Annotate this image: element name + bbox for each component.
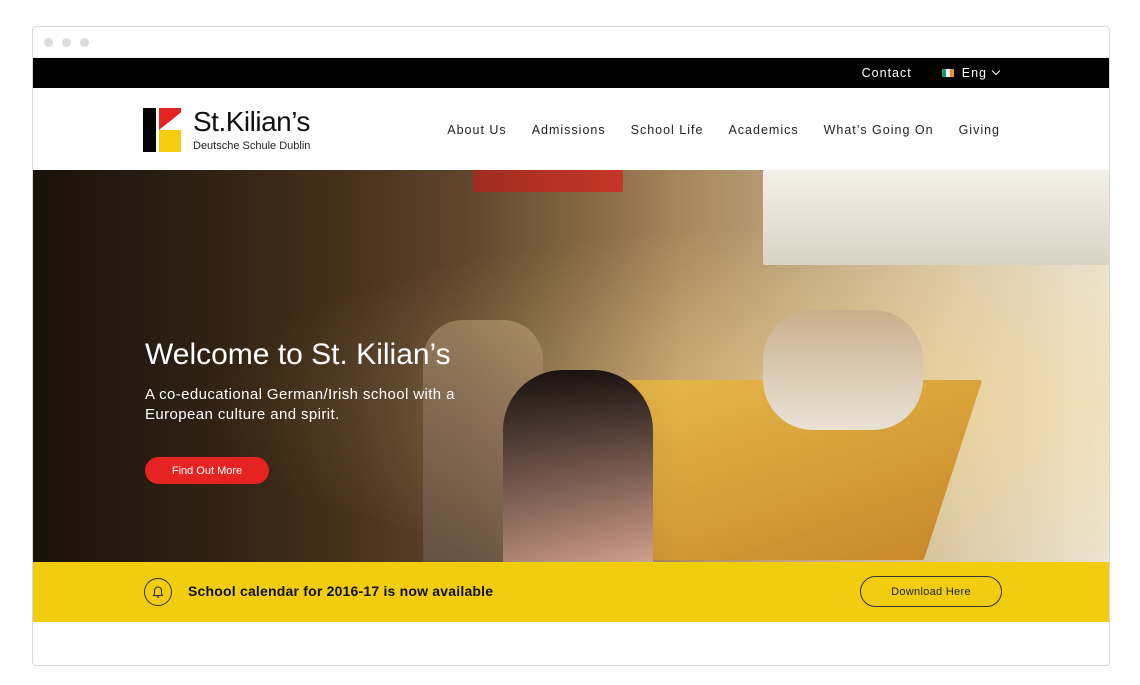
window-close-dot[interactable] <box>44 37 53 47</box>
nav-item-academics[interactable]: Academics <box>728 123 798 137</box>
hero-banner: Welcome to St. Kilian’s A co-educational… <box>33 170 1109 562</box>
chevron-down-icon <box>991 66 1001 76</box>
nav-item-giving[interactable]: Giving <box>959 123 1000 137</box>
browser-chrome <box>33 27 1109 58</box>
main-nav: About Us Admissions School Life Academic… <box>447 123 1000 137</box>
window-maximize-dot[interactable] <box>80 37 89 47</box>
logo-name: St.Kilian’s <box>193 106 310 137</box>
nav-item-about-us[interactable]: About Us <box>447 123 506 137</box>
nav-item-whats-going-on[interactable]: What’s Going On <box>824 123 934 137</box>
browser-window: Contact Eng St.Kilian’s Deutsche Schule … <box>32 26 1110 666</box>
window-minimize-dot[interactable] <box>62 37 71 47</box>
logo-subtitle: Deutsche Schule Dublin <box>193 140 311 152</box>
find-out-more-button[interactable]: Find Out More <box>145 457 269 484</box>
hero-title: Welcome to St. Kilian’s <box>145 338 451 371</box>
announcement-text: School calendar for 2016-17 is now avail… <box>188 583 494 599</box>
contact-link[interactable]: Contact <box>862 66 912 80</box>
language-label: Eng <box>961 66 987 80</box>
announcement-bar: School calendar for 2016-17 is now avail… <box>33 562 1109 622</box>
bell-icon <box>144 578 172 606</box>
language-selector[interactable]: Eng <box>941 66 1001 80</box>
site-header: St.Kilian’s Deutsche Schule Dublin About… <box>33 88 1109 171</box>
nav-item-school-life[interactable]: School Life <box>631 123 704 137</box>
download-here-button[interactable]: Download Here <box>860 576 1002 607</box>
site-logo[interactable]: St.Kilian’s Deutsche Schule Dublin <box>143 108 310 152</box>
logo-mark-icon <box>143 108 181 152</box>
top-bar: Contact Eng <box>33 58 1109 88</box>
nav-item-admissions[interactable]: Admissions <box>532 123 606 137</box>
hero-subtitle: A co-educational German/Irish school wit… <box>145 386 455 423</box>
irish-flag-icon <box>941 69 954 77</box>
